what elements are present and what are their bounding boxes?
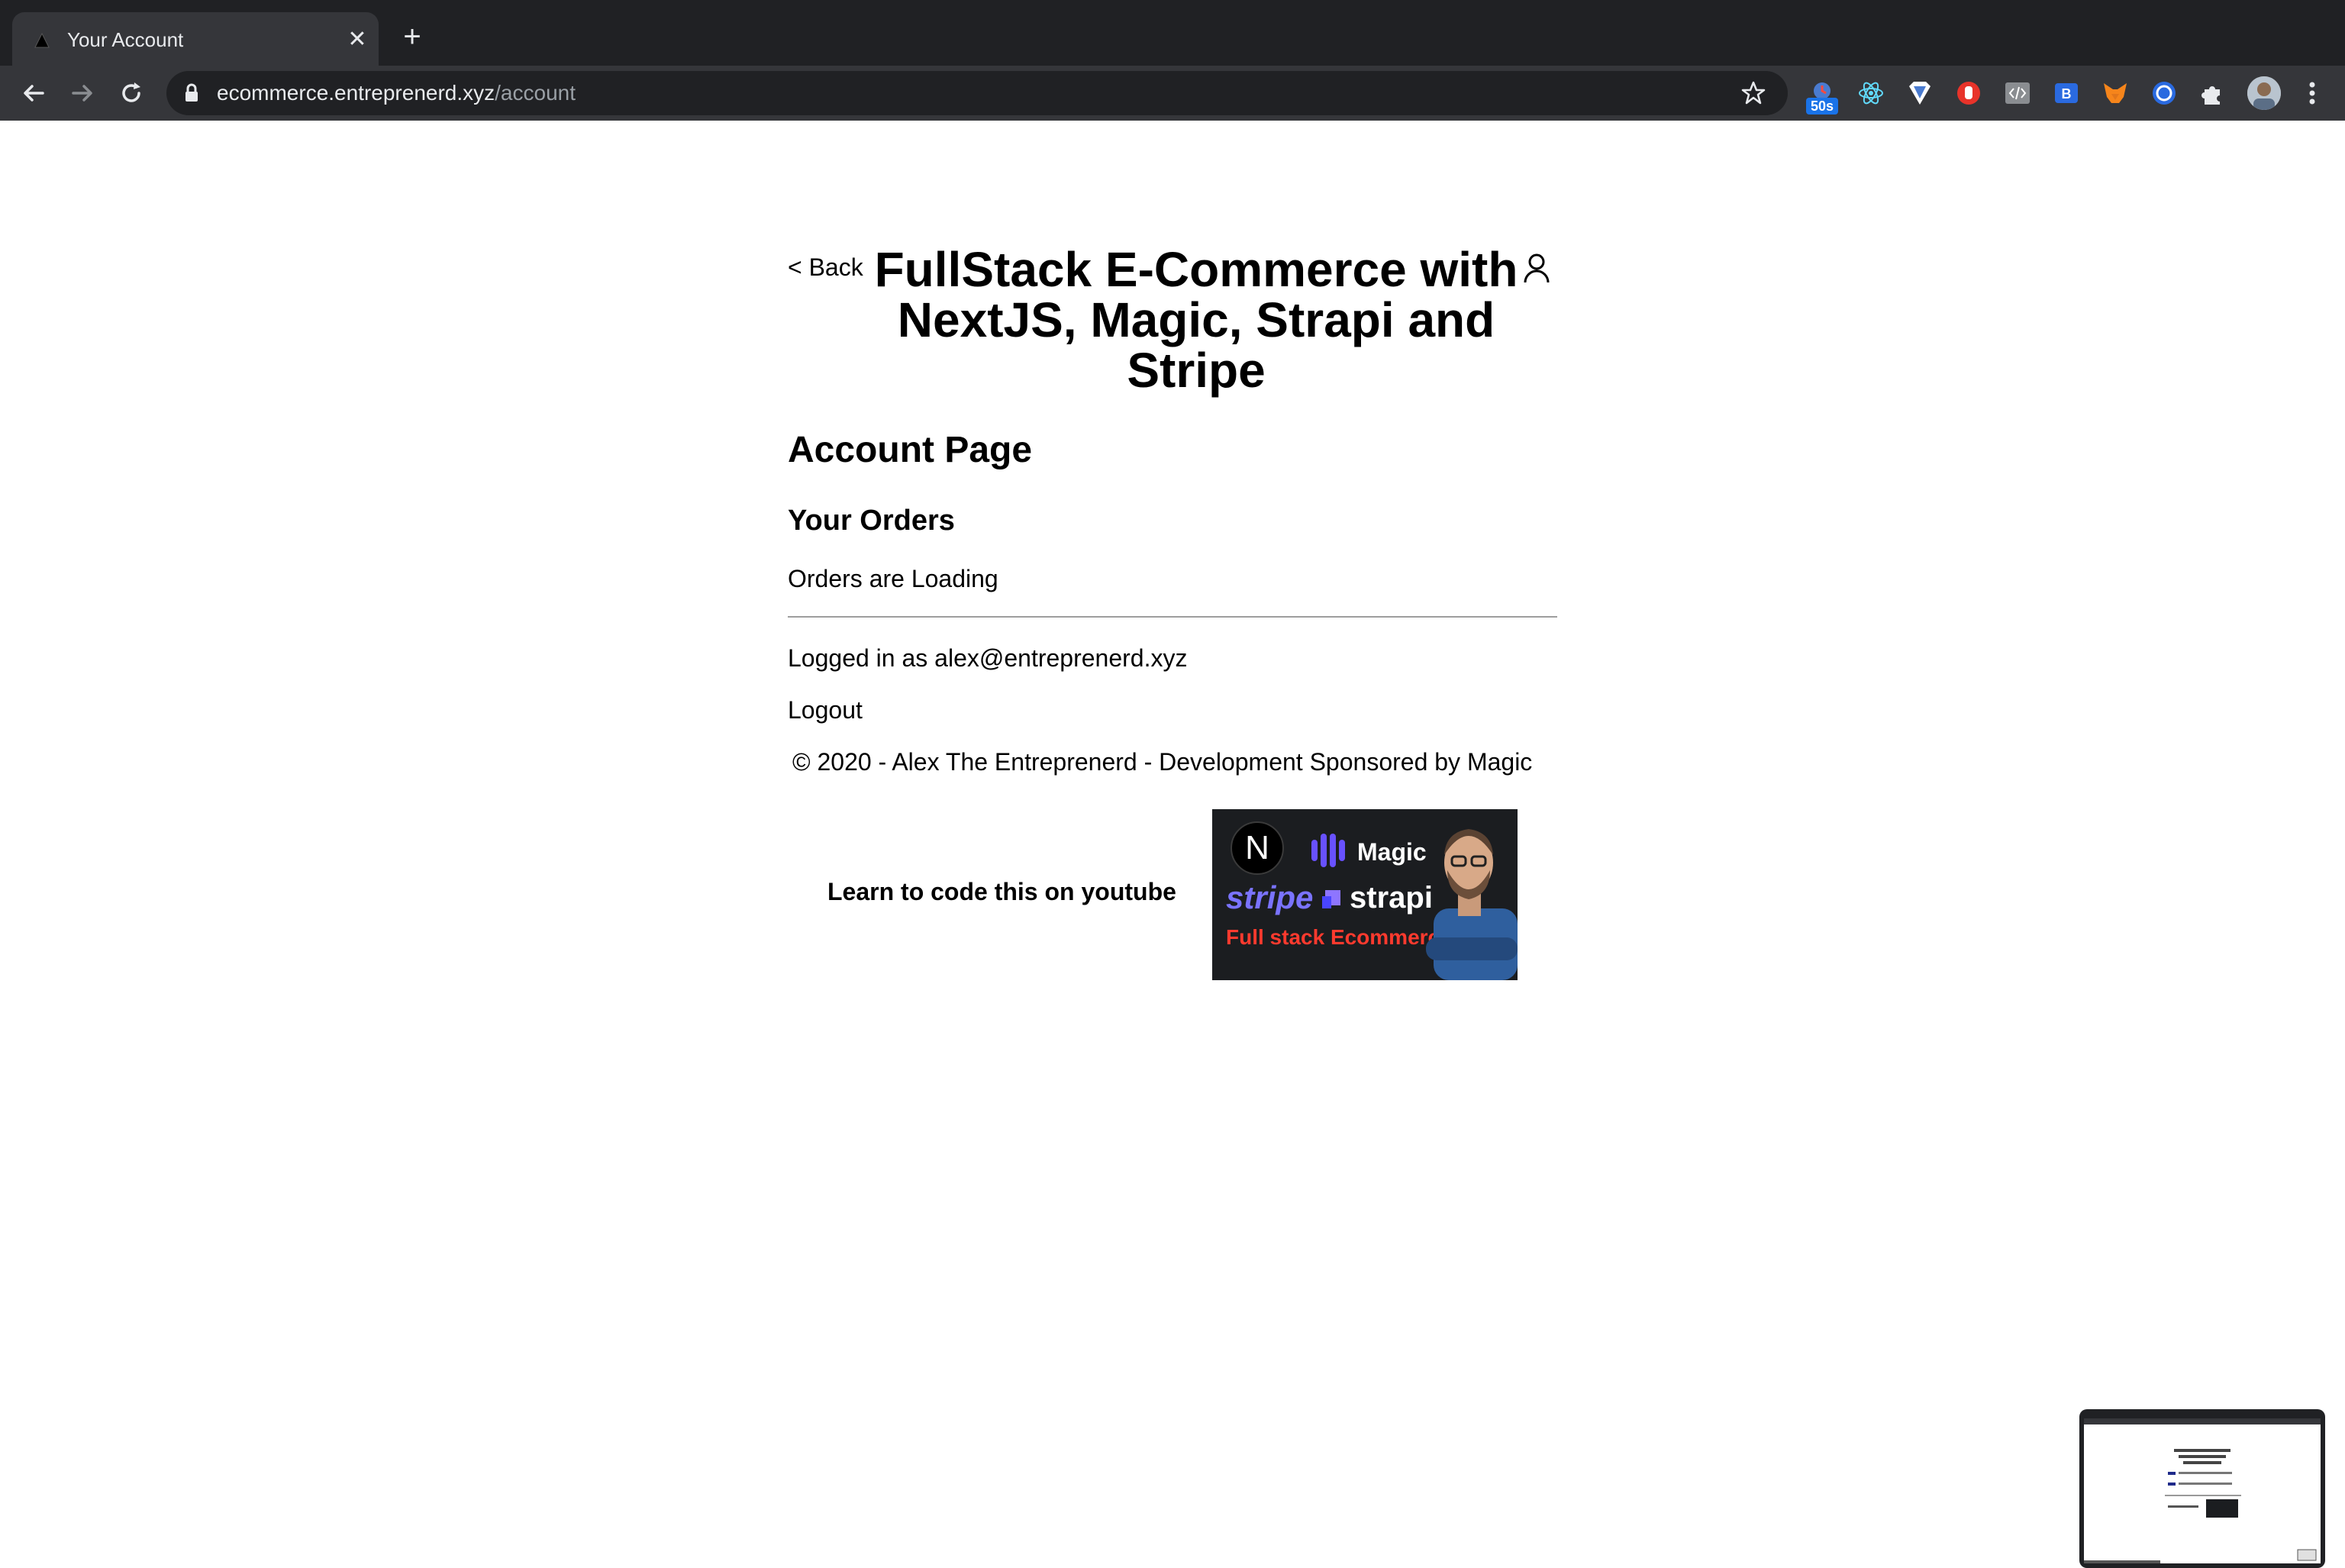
address-bar[interactable]: ecommerce.entreprenerd.xyz/account — [166, 71, 1788, 115]
site-favicon-icon — [34, 32, 50, 48]
profile-photo-icon — [2247, 76, 2281, 110]
code-extension-icon[interactable] — [2003, 79, 2032, 108]
your-orders-heading: Your Orders — [788, 505, 955, 537]
lock-icon[interactable] — [183, 83, 200, 103]
tab-close-icon[interactable]: ✕ — [344, 26, 371, 53]
profile-avatar[interactable] — [2247, 76, 2281, 110]
learn-youtube-text: Learn to code this on youtube — [827, 878, 1176, 905]
bitwarden-extension-icon[interactable]: B — [2052, 79, 2081, 108]
page-container: < Back FullStack E-Commerce with NextJS,… — [788, 121, 1557, 1113]
menu-dots-icon[interactable] — [2301, 79, 2324, 107]
extension-badge: 50s — [1806, 98, 1838, 115]
back-arrow-icon[interactable] — [18, 78, 49, 108]
pip-screen — [2084, 1418, 2321, 1563]
puzzle-extensions-icon[interactable] — [2198, 79, 2227, 108]
youtube-video-thumbnail[interactable]: N Magic stripe strapi Full stack Ecommer… — [1212, 809, 1518, 980]
orders-loading-text: Orders are Loading — [788, 565, 998, 592]
logged-in-text: Logged in as alex@entreprenerd.xyz — [788, 644, 1188, 672]
forward-arrow-icon[interactable] — [67, 78, 98, 108]
url-text[interactable]: ecommerce.entreprenerd.xyz/account — [217, 80, 576, 106]
tab-your-account[interactable]: Your Account ✕ — [12, 12, 379, 66]
page-viewport: < Back FullStack E-Commerce with NextJS,… — [0, 121, 2345, 1568]
site-title[interactable]: FullStack E-Commerce with NextJS, Magic,… — [863, 244, 1530, 395]
browser-toolbar: ecommerce.entreprenerd.xyz/account 50s B — [0, 66, 2345, 121]
logout-button[interactable]: Logout — [788, 695, 863, 725]
account-page-heading: Account Page — [788, 430, 1033, 470]
adblock-hand-icon[interactable] — [1954, 79, 1983, 108]
reload-icon[interactable] — [116, 78, 147, 108]
bookmark-star-icon[interactable] — [1740, 80, 1766, 106]
strapi-logo-icon — [1322, 890, 1340, 908]
react-devtools-icon[interactable] — [1856, 79, 1885, 108]
picture-in-picture-preview[interactable] — [2079, 1409, 2325, 1568]
vue-diamond-extension-icon[interactable] — [1905, 79, 1934, 108]
url-host: ecommerce.entreprenerd.xyz — [217, 81, 495, 105]
footer-copyright: © 2020 - Alex The Entreprenerd - Develop… — [792, 748, 1533, 776]
magic-logo-icon — [1311, 834, 1345, 867]
thumbnail-magic-text: Magic — [1357, 838, 1427, 866]
new-tab-plus-icon[interactable]: + — [397, 21, 427, 52]
circle-extension-icon[interactable] — [2150, 79, 2179, 108]
tab-strip: Your Account ✕ + — [0, 0, 2345, 66]
url-path: /account — [495, 81, 576, 105]
metamask-fox-icon[interactable] — [2101, 79, 2130, 108]
presenter-photo-icon — [1426, 829, 1518, 980]
svg-text:B: B — [2062, 86, 2072, 102]
nextjs-logo: N — [1231, 821, 1284, 875]
pip-content-preview-icon — [2084, 1418, 2321, 1563]
tab-title: Your Account — [67, 28, 184, 51]
user-icon[interactable] — [1522, 252, 1551, 284]
thumbnail-stripe-text: stripe — [1226, 879, 1314, 915]
back-link[interactable]: < Back — [788, 252, 863, 282]
divider — [788, 616, 1557, 618]
